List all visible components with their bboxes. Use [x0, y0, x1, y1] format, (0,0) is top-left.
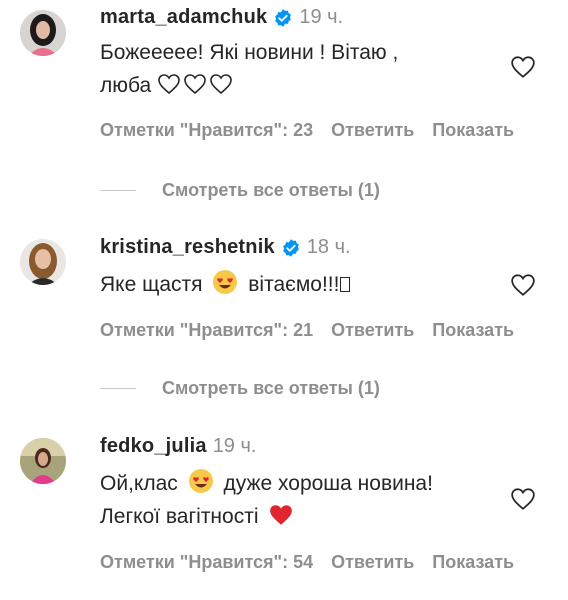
likes-count-link[interactable]: Отметки "Нравится": 23 [100, 120, 313, 140]
username[interactable]: kristina_reshetnik [100, 236, 275, 259]
comment-text-before: Яке щастя [100, 273, 203, 296]
unsupported-glyph-icon [340, 277, 351, 292]
avatar-image [20, 438, 66, 484]
comment-text: Ой,клас дуже хороша новина! Легкої вагіт… [100, 467, 433, 533]
like-heart-icon[interactable] [510, 486, 536, 512]
avatar-image [20, 10, 66, 56]
view-replies-label[interactable]: Смотреть все ответы (1) [162, 378, 380, 399]
comment-text-line-1: Божеееее! Які новини ! Вітаю , [100, 41, 399, 64]
white-heart-emoji-icon [184, 74, 206, 95]
divider [100, 388, 136, 389]
comment-header: fedko_julia 19 ч. [100, 435, 256, 458]
username[interactable]: marta_adamchuk [100, 6, 267, 29]
likes-count-link[interactable]: Отметки "Нравится": 21 [100, 320, 313, 340]
comment-text-before: Ой,клас [100, 472, 178, 495]
username[interactable]: fedko_julia [100, 435, 207, 458]
white-heart-emoji-icon [210, 74, 232, 95]
verified-badge-icon [282, 238, 299, 257]
comment-text-after: вітаємо!!! [248, 273, 340, 296]
comment-text: Божеееее! Які новини ! Вітаю , люба [100, 36, 398, 102]
like-heart-icon[interactable] [510, 272, 536, 298]
timestamp[interactable]: 18 ч. [307, 236, 351, 259]
like-heart-icon[interactable] [510, 54, 536, 80]
likes-count-link[interactable]: Отметки "Нравится": 54 [100, 552, 313, 572]
timestamp[interactable]: 19 ч. [299, 6, 343, 29]
comment-header: marta_adamchuk 19 ч. [100, 6, 343, 29]
comment-text: Яке щастя вітаємо!!! [100, 268, 351, 301]
comment-text-after: дуже хороша новина! [223, 472, 433, 495]
avatar[interactable] [20, 438, 66, 484]
show-translation-button[interactable]: Показать [432, 320, 514, 340]
reply-button[interactable]: Ответить [331, 120, 414, 140]
comment-actions: Отметки "Нравится": 54 Ответить Показать [100, 552, 532, 573]
view-replies[interactable]: Смотреть все ответы (1) [100, 180, 380, 201]
comment-text-line-2: люба [100, 74, 152, 97]
reply-button[interactable]: Ответить [331, 320, 414, 340]
reply-button[interactable]: Ответить [331, 552, 414, 572]
comment-header: kristina_reshetnik 18 ч. [100, 236, 351, 259]
divider [100, 190, 136, 191]
comment-actions: Отметки "Нравится": 21 Ответить Показать [100, 320, 532, 341]
timestamp[interactable]: 19 ч. [213, 435, 257, 458]
verified-badge-icon [275, 8, 292, 27]
heart-eyes-emoji-icon [188, 469, 213, 493]
red-heart-emoji-icon [270, 505, 293, 525]
view-replies[interactable]: Смотреть все ответы (1) [100, 378, 380, 399]
comment-text-line-2: Легкої вагітності [100, 505, 259, 528]
show-translation-button[interactable]: Показать [432, 120, 514, 140]
comment-actions: Отметки "Нравится": 23 Ответить Показать [100, 120, 532, 141]
avatar-image [20, 239, 66, 285]
avatar[interactable] [20, 10, 66, 56]
white-heart-emoji-icon [158, 74, 180, 95]
view-replies-label[interactable]: Смотреть все ответы (1) [162, 180, 380, 201]
avatar[interactable] [20, 239, 66, 285]
show-translation-button[interactable]: Показать [432, 552, 514, 572]
heart-eyes-emoji-icon [213, 270, 238, 294]
